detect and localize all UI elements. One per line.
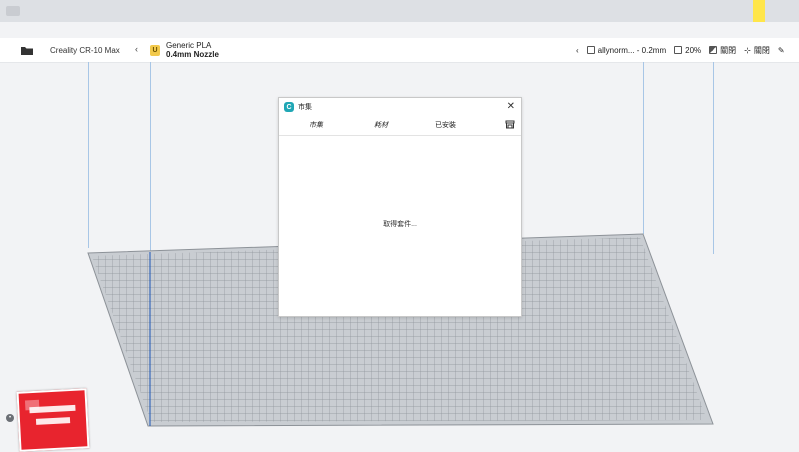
- cura-logo-icon: C: [284, 102, 294, 112]
- close-icon[interactable]: ✕: [507, 101, 515, 112]
- marketplace-dialog: C 市集 ✕ 市集 耗材 已安裝 取得套件...: [278, 97, 522, 317]
- loading-text: 取得套件...: [383, 221, 417, 228]
- store-icon[interactable]: [505, 120, 515, 131]
- tab-materials[interactable]: 耗材: [374, 120, 388, 130]
- dialog-tabs: 市集 耗材 已安裝: [279, 116, 521, 136]
- dialog-body: 取得套件...: [279, 135, 521, 316]
- dialog-titlebar: C 市集 ✕: [279, 98, 521, 116]
- tab-installed[interactable]: 已安裝: [435, 120, 456, 130]
- zoom-icon[interactable]: •: [6, 414, 14, 422]
- tab-plugins[interactable]: 市集: [309, 120, 323, 130]
- channel-logo: [16, 388, 90, 452]
- dialog-title: 市集: [298, 104, 312, 111]
